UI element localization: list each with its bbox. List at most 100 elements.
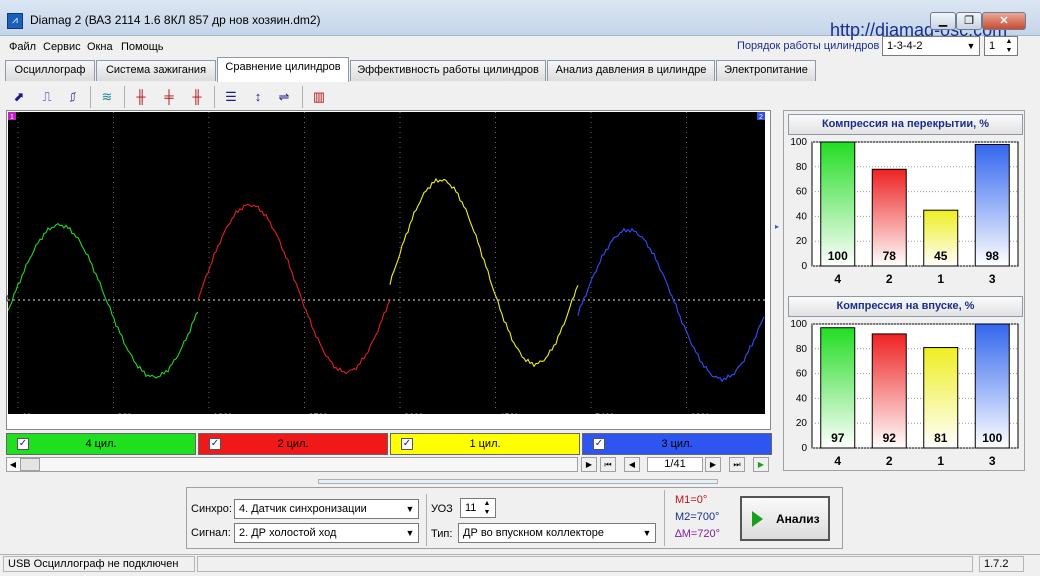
y-tick-label: 100 xyxy=(790,319,807,330)
falling-edge-icon[interactable]: ⎎ xyxy=(62,86,84,108)
chevron-down-icon: ▼ xyxy=(642,528,652,538)
signal-value: 2. ДР холостой ход xyxy=(239,527,337,539)
signal-select[interactable]: 2. ДР холостой ход ▼ xyxy=(234,523,419,543)
signal-icon[interactable]: ≋ xyxy=(96,86,118,108)
panel-divider xyxy=(426,494,427,546)
lane-cylinder-1[interactable]: ✓ 1 цил. xyxy=(390,433,580,455)
marker-2-label: 2 xyxy=(759,114,763,121)
menu-service[interactable]: Сервис xyxy=(43,41,81,53)
lane-cylinder-4[interactable]: ✓ 4 цил. xyxy=(6,433,196,455)
vscale-icon[interactable]: ↕ xyxy=(247,86,269,108)
trace-cylinder-2 xyxy=(197,203,391,375)
x-tick-label: 180° xyxy=(213,412,232,414)
y-tick-label: 20 xyxy=(796,418,808,429)
x-tick-label: 270° xyxy=(309,412,328,414)
x-tick-label: 630° xyxy=(691,412,710,414)
cylinder-order-value: 1-3-4-2 xyxy=(887,40,923,52)
marker-mid-icon[interactable]: ╪ xyxy=(158,86,180,108)
prev-page-icon[interactable]: ◀ xyxy=(624,457,640,472)
x-tick-label: 0° xyxy=(22,412,31,414)
lane-1-checkbox[interactable]: ✓ xyxy=(401,438,413,450)
maximize-button[interactable]: ❐ xyxy=(956,12,982,30)
tab-power[interactable]: Электропитание xyxy=(716,60,816,81)
bar-cylinder-3 xyxy=(974,323,1010,449)
bar-value-label: 100 xyxy=(828,249,848,263)
tab-ignition[interactable]: Система зажигания xyxy=(96,60,216,81)
marker-right-icon[interactable]: ╫ xyxy=(186,86,208,108)
chevron-down-icon: ▼ xyxy=(405,528,415,538)
bar-chart-icon[interactable]: ▥ xyxy=(308,86,330,108)
signal-label: Сигнал: xyxy=(191,527,231,539)
lane-3-checkbox[interactable]: ✓ xyxy=(593,438,605,450)
uoz-spinner[interactable]: 11 ▲ ▼ xyxy=(460,498,496,518)
lane-cylinder-2[interactable]: ✓ 2 цил. xyxy=(198,433,388,455)
marker-delta-text: ∆M=720° xyxy=(675,528,721,540)
panel-divider xyxy=(664,490,665,546)
menu-help[interactable]: Помощь xyxy=(121,41,164,53)
toolbar-separator xyxy=(214,86,215,108)
bar-value-label: 98 xyxy=(986,249,1000,263)
marker-m2-text: M2=700° xyxy=(675,511,720,523)
horizontal-scrollbar[interactable]: ◀ xyxy=(6,457,578,472)
y-tick-label: 20 xyxy=(796,236,808,247)
bar-value-label: 45 xyxy=(934,249,948,263)
rising-edge-icon[interactable]: ⎍ xyxy=(36,86,58,108)
lane-2-checkbox[interactable]: ✓ xyxy=(209,438,221,450)
toolbar-separator xyxy=(302,86,303,108)
uoz-value: 11 xyxy=(465,502,477,514)
marker-1-label: 1 xyxy=(10,114,14,121)
tab-cylinder-efficiency[interactable]: Эффективность работы цилиндров xyxy=(350,60,546,81)
y-tick-label: 0 xyxy=(801,261,807,272)
cursor-tool-icon[interactable]: ⬈ xyxy=(8,86,30,108)
bar-value-label: 100 xyxy=(982,431,1002,445)
scroll-right-icon[interactable]: ▶ xyxy=(581,457,597,472)
tab-cylinder-compare[interactable]: Сравнение цилиндров xyxy=(217,57,349,82)
splitter-handle[interactable] xyxy=(318,479,718,484)
chevron-down-icon: ▼ xyxy=(405,504,415,514)
hscale-icon[interactable]: ⇌ xyxy=(273,86,295,108)
type-select[interactable]: ДР во впускном коллекторе ▼ xyxy=(458,523,656,543)
scroll-left-icon[interactable]: ◀ xyxy=(7,458,19,471)
menu-windows[interactable]: Окна xyxy=(87,41,113,53)
next-page-icon[interactable]: ▶ xyxy=(705,457,721,472)
cylinder-order-select[interactable]: 1-3-4-2 ▼ xyxy=(882,36,980,56)
y-tick-label: 60 xyxy=(796,369,808,380)
minimize-button[interactable]: ▁ xyxy=(930,12,956,30)
x-tick-label: 450° xyxy=(500,412,519,414)
x-tick-label: 360° xyxy=(404,412,423,414)
y-tick-label: 80 xyxy=(796,162,808,173)
chart-2-title: Компрессия на впуске, % xyxy=(788,296,1023,317)
cylinder-spinner[interactable]: 1 ▲ ▼ xyxy=(984,36,1018,56)
trace-cylinder-3 xyxy=(577,227,765,383)
y-tick-label: 40 xyxy=(796,211,808,222)
cylinder-order-label: Порядок работы цилиндров xyxy=(737,40,880,52)
spin-arrows-icon[interactable]: ▲ ▼ xyxy=(479,499,495,517)
menu-file[interactable]: Файл xyxy=(9,41,36,53)
x-category-label: 3 xyxy=(989,454,996,468)
cylinder-spinner-value: 1 xyxy=(989,40,996,52)
lane-4-label: 4 цил. xyxy=(85,438,117,450)
uoz-label: УОЗ xyxy=(431,503,453,515)
spin-arrows-icon[interactable]: ▲ ▼ xyxy=(1001,37,1017,55)
analyze-button[interactable]: Анализ xyxy=(740,496,830,541)
oscilloscope-display[interactable]: 0° 90° 180° 270° 360° 450° 540° 630° 1 2 xyxy=(8,112,765,414)
bar-cylinder-3 xyxy=(974,143,1010,267)
trace-cylinder-1 xyxy=(389,177,579,368)
marker-left-icon[interactable]: ╫ xyxy=(130,86,152,108)
y-tick-label: 100 xyxy=(790,137,807,148)
first-page-icon[interactable]: ⏮ xyxy=(600,457,616,472)
lane-2-label: 2 цил. xyxy=(277,438,309,450)
y-tick-label: 40 xyxy=(796,393,808,404)
lane-4-checkbox[interactable]: ✓ xyxy=(17,438,29,450)
last-page-icon[interactable]: ⏭ xyxy=(729,457,745,472)
lane-cylinder-3[interactable]: ✓ 3 цил. xyxy=(582,433,772,455)
bar-value-label: 97 xyxy=(831,431,845,445)
scroll-thumb[interactable] xyxy=(20,458,40,471)
sync-select[interactable]: 4. Датчик синхронизации ▼ xyxy=(234,499,419,519)
close-button[interactable]: ✕ xyxy=(982,12,1026,30)
tab-cylinder-pressure[interactable]: Анализ давления в цилиндре xyxy=(547,60,715,81)
hlines-icon[interactable]: ☰ xyxy=(220,86,242,108)
tab-oscilloscope[interactable]: Осциллограф xyxy=(5,60,95,81)
play-icon[interactable]: ▶ xyxy=(753,457,769,472)
panel-collapse-icon[interactable]: ▸ xyxy=(775,222,780,232)
